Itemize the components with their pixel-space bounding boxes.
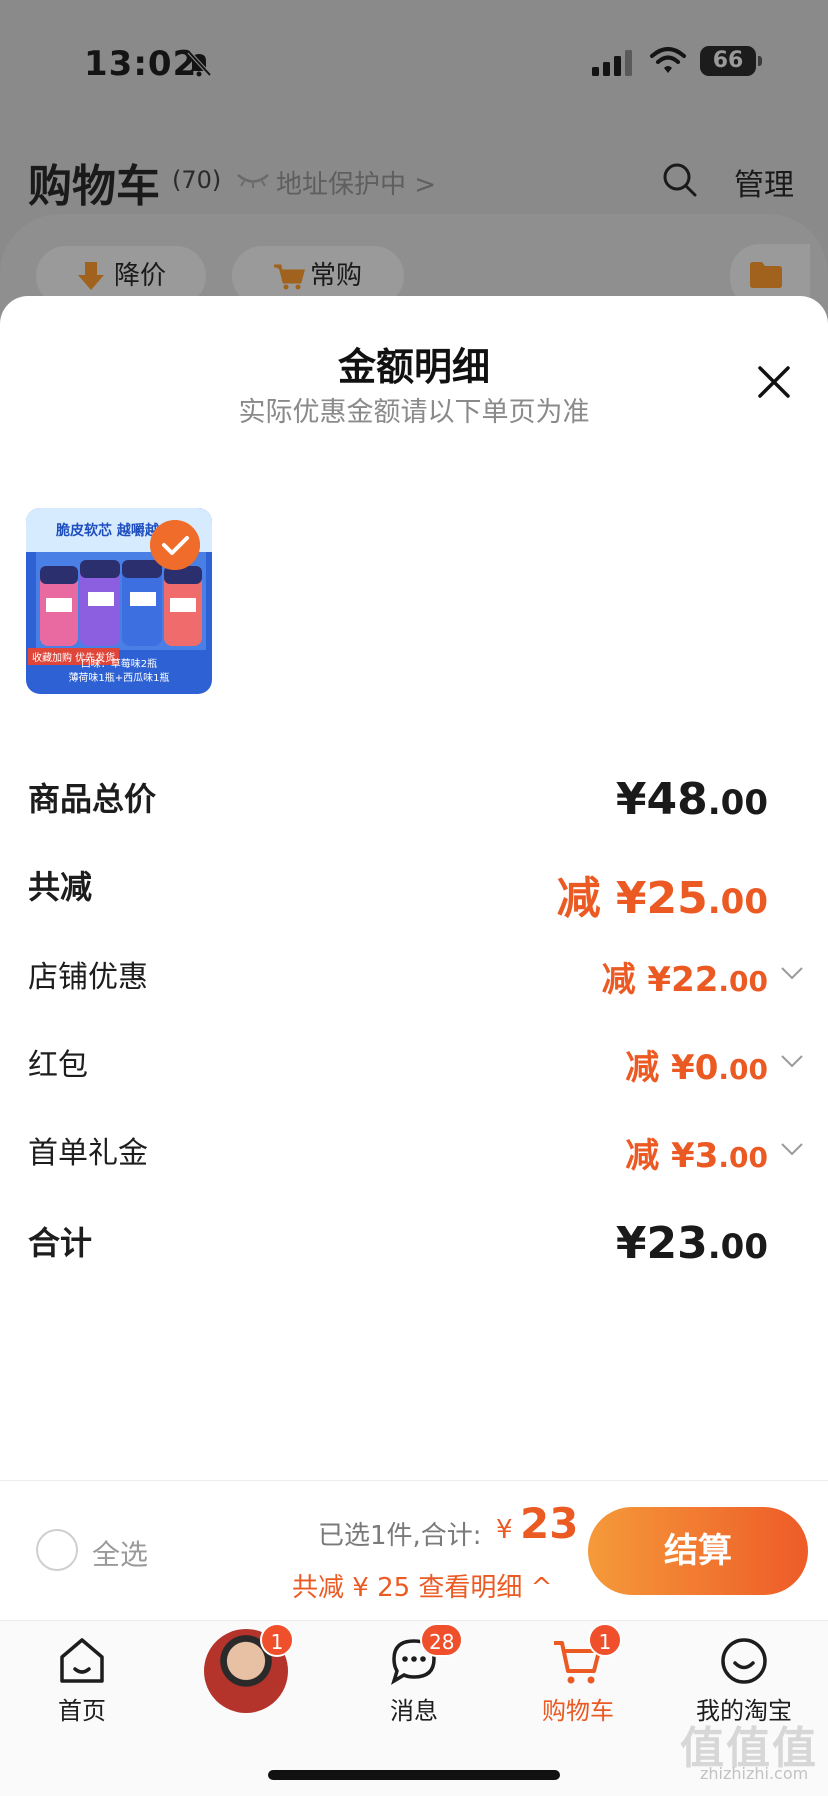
total-currency: ¥ — [496, 1515, 513, 1545]
cart-badge: 1 — [588, 1623, 622, 1657]
total-reduce-label: 共减 — [28, 868, 93, 906]
tab-cart-label: 购物车 — [542, 1697, 614, 1725]
folder-icon — [750, 262, 782, 288]
sheet-title: 金额明细 — [337, 345, 490, 389]
home-indicator — [268, 1770, 560, 1780]
sum-label: 合计 — [28, 1224, 93, 1262]
goods-total-dec: .00 — [707, 783, 768, 823]
sum-int: 23 — [646, 1218, 708, 1269]
total-reduce-prefix: 减 ¥ — [556, 873, 647, 924]
smiley-icon — [721, 1638, 767, 1684]
red-packet-prefix: 减 ¥ — [625, 1048, 695, 1088]
first-order-gift-row[interactable]: 首单礼金 减 ¥3.00 — [28, 1128, 808, 1188]
thumbnail-caption-line-2: 薄荷味1瓶+西瓜味1瓶 — [68, 673, 170, 684]
first-order-gift-prefix: 减 ¥ — [625, 1136, 695, 1176]
red-packet-label: 红包 — [28, 1048, 88, 1083]
red-packet-row[interactable]: 红包 减 ¥0.00 — [28, 1040, 808, 1100]
checkout-bar: 全选 已选1件,合计: ¥ 23 共减 ¥ 25 查看明细 ^ 结算 — [0, 1480, 828, 1620]
chevron-down-icon[interactable] — [780, 1054, 804, 1068]
close-icon[interactable] — [752, 360, 796, 404]
selected-info: 已选1件,合计: — [318, 1521, 482, 1551]
red-packet-value: 减 ¥0.00 — [625, 1040, 768, 1089]
first-order-gift-value: 减 ¥3.00 — [625, 1128, 768, 1177]
total-reduce-dec: .00 — [707, 882, 768, 922]
home-icon — [60, 1638, 104, 1683]
status-time: 13:02 — [84, 44, 198, 84]
signal-icon — [592, 50, 632, 76]
select-all-label[interactable]: 全选 — [92, 1533, 148, 1573]
manage-button[interactable]: 管理 — [734, 160, 794, 204]
shop-discount-dec: .00 — [718, 965, 768, 998]
goods-total-label: 商品总价 — [28, 780, 157, 818]
chevron-down-icon[interactable] — [780, 1142, 804, 1156]
thumbnail-caption: 口味：草莓味2瓶 薄荷味1瓶+西瓜味1瓶 — [26, 658, 212, 686]
battery-indicator: 66 — [700, 46, 756, 76]
cart-count: (70) — [172, 166, 222, 194]
sum-currency: ¥ — [615, 1218, 647, 1269]
first-order-gift-dec: .00 — [718, 1141, 768, 1174]
search-icon[interactable] — [662, 162, 698, 198]
tab-home[interactable]: 首页 — [12, 1621, 152, 1741]
tab-cart[interactable]: 购物车 — [508, 1621, 648, 1741]
price-drop-icon — [78, 262, 104, 290]
red-packet-dec: .00 — [718, 1053, 768, 1086]
goods-total-currency: ¥ — [615, 774, 647, 825]
address-protect-link[interactable]: 地址保护中 > — [276, 164, 436, 201]
sheet-subtitle: 实际优惠金额请以下单页为准 — [238, 397, 590, 428]
page-title: 购物车 — [28, 161, 160, 212]
checkout-button[interactable]: 结算 — [588, 1507, 808, 1595]
chevron-down-icon[interactable] — [780, 966, 804, 980]
cart-plus-icon — [274, 264, 305, 290]
goods-total-value: ¥48.00 — [616, 774, 768, 825]
sum-dec: .00 — [707, 1227, 768, 1267]
goods-total-int: 48 — [646, 774, 708, 825]
shop-discount-value: 减 ¥22.00 — [602, 952, 768, 1001]
watermark-url: zhizhizhi.com — [700, 1764, 809, 1783]
selected-check-icon[interactable] — [150, 520, 200, 570]
avatar-badge: 1 — [260, 1623, 294, 1657]
shop-discount-row[interactable]: 店铺优惠 减 ¥22.00 — [28, 952, 808, 1012]
total-amount: 23 — [520, 1499, 579, 1548]
wifi-icon — [650, 47, 686, 73]
total-reduce-int: 25 — [646, 873, 708, 924]
shop-discount-int: 22 — [671, 960, 719, 1000]
sum-row: 合计 ¥23.00 — [28, 1218, 808, 1278]
shop-discount-prefix: 减 ¥ — [601, 960, 672, 1000]
sum-value: ¥23.00 — [616, 1218, 768, 1269]
red-packet-int: 0 — [694, 1048, 719, 1088]
often-bought-label: 常购 — [310, 261, 363, 291]
select-all-radio[interactable] — [36, 1529, 78, 1571]
bell-muted-icon — [187, 50, 212, 77]
battery-tip — [758, 56, 762, 66]
eye-closed-icon — [237, 174, 269, 188]
messages-badge: 28 — [420, 1623, 464, 1657]
first-order-gift-label: 首单礼金 — [28, 1136, 148, 1171]
view-detail-link[interactable]: 共减 ¥ 25 查看明细 ^ — [292, 1567, 552, 1604]
first-order-gift-int: 3 — [694, 1136, 719, 1176]
tab-messages-label: 消息 — [390, 1697, 438, 1725]
total-reduce-row: 共减 减 ¥25.00 — [28, 862, 808, 924]
background-page: 13:02 66 购物车 (70) 地址保护中 > 管理 降价 常购 — [0, 0, 828, 334]
cart-header: 购物车 (70) 地址保护中 > 管理 — [0, 150, 828, 212]
shop-discount-label: 店铺优惠 — [28, 960, 148, 995]
total-reduce-value: 减 ¥25.00 — [557, 862, 768, 926]
thumbnail-caption-line-1: 口味：草莓味2瓶 — [80, 659, 158, 670]
goods-total-row: 商品总价 ¥48.00 — [28, 774, 808, 834]
status-bar: 13:02 66 — [0, 30, 828, 90]
tab-home-label: 首页 — [58, 1697, 106, 1725]
price-drop-label: 降价 — [114, 261, 167, 291]
